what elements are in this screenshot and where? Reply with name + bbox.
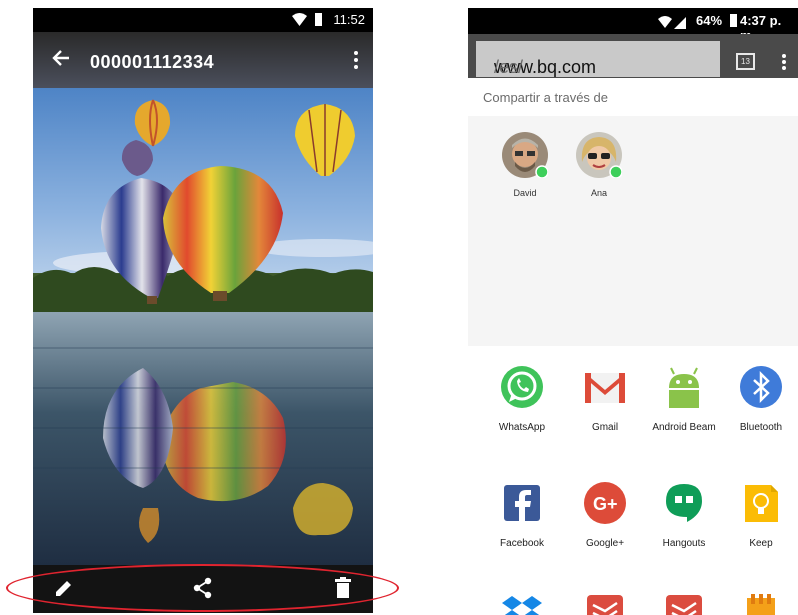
url-field[interactable]: www.bq.com/es/: [476, 41, 720, 77]
google-plus-icon: G+: [582, 480, 628, 526]
share-app-keep[interactable]: Keep: [721, 480, 798, 549]
share-app-other[interactable]: [721, 592, 798, 615]
url-path: /es/: [494, 57, 524, 77]
contact-david[interactable]: David: [495, 132, 555, 198]
app-label: Android Beam: [652, 422, 716, 433]
share-app-facebook[interactable]: Facebook: [482, 480, 562, 549]
more-vert-icon[interactable]: [781, 53, 787, 75]
app-label: Google+: [585, 538, 625, 549]
contact-name: David: [513, 188, 537, 198]
share-app-gmail[interactable]: Gmail: [565, 364, 645, 433]
keep-icon: [738, 480, 784, 526]
app-label: Facebook: [500, 538, 544, 549]
facebook-icon: [499, 480, 545, 526]
app-label: Keep: [749, 538, 773, 549]
status-bar: 64% 4:37 p. m.: [468, 8, 798, 43]
share-app-bluetooth[interactable]: Bluetooth: [721, 364, 798, 433]
app-label: WhatsApp: [498, 422, 546, 433]
battery-icon: [315, 13, 322, 26]
share-app-google-plus[interactable]: G+ Google+: [565, 480, 645, 549]
edit-icon[interactable]: [53, 577, 75, 603]
hangouts-icon: [661, 480, 707, 526]
avatar: [502, 132, 549, 179]
contact-ana[interactable]: Ana: [569, 132, 629, 198]
bottom-toolbar: [33, 565, 373, 613]
status-bar: 11:52: [33, 8, 373, 32]
avatar: [576, 132, 623, 179]
share-app-dropbox[interactable]: [482, 592, 562, 615]
tab-switcher-button[interactable]: 13: [736, 53, 755, 70]
direct-share-contacts: David Ana: [468, 116, 798, 346]
todoist-icon: [582, 592, 628, 615]
app-label: Gmail: [591, 422, 619, 433]
share-screen: 64% 4:37 p. m. www.bq.com/es/ 13 Compart…: [468, 8, 798, 615]
app-label: Bluetooth: [739, 422, 783, 433]
whatsapp-icon: [499, 364, 545, 410]
wifi-icon: [292, 12, 307, 31]
share-app-hangouts[interactable]: Hangouts: [644, 480, 724, 549]
balloon-photo[interactable]: [33, 88, 373, 565]
share-app-grid: WhatsApp Gmail Android Beam Bluetooth Fa…: [468, 346, 798, 615]
share-sheet-title: Compartir a través de: [483, 90, 608, 105]
page-title: 000001112334: [90, 52, 215, 72]
svg-text:G+: G+: [593, 494, 618, 514]
android-beam-icon: [661, 364, 707, 410]
share-app-todoist-2[interactable]: [644, 592, 724, 615]
battery-percent: 64%: [696, 13, 723, 28]
back-arrow-icon[interactable]: [51, 48, 71, 72]
share-app-todoist[interactable]: [565, 592, 645, 615]
delete-icon[interactable]: [334, 577, 352, 603]
bluetooth-icon: [738, 364, 784, 410]
share-icon[interactable]: [192, 577, 214, 603]
status-time: 11:52: [333, 12, 365, 27]
contact-name: Ana: [590, 188, 607, 198]
todoist-icon: [661, 592, 707, 615]
share-app-android-beam[interactable]: Android Beam: [644, 364, 724, 433]
gmail-icon: [582, 364, 628, 410]
app-label: Hangouts: [662, 538, 706, 549]
dropbox-icon: [499, 592, 545, 615]
share-sheet: Compartir a través de David Ana WhatsApp…: [468, 78, 798, 615]
gallery-screen: 11:52 000001112334: [33, 8, 373, 613]
app-icon: [738, 592, 784, 615]
battery-icon: [730, 14, 737, 27]
share-app-whatsapp[interactable]: WhatsApp: [482, 364, 562, 433]
app-bar: 000001112334: [33, 32, 373, 88]
signal-icon: [674, 14, 686, 33]
wifi-icon: [658, 14, 672, 33]
more-vert-icon[interactable]: [353, 50, 359, 74]
